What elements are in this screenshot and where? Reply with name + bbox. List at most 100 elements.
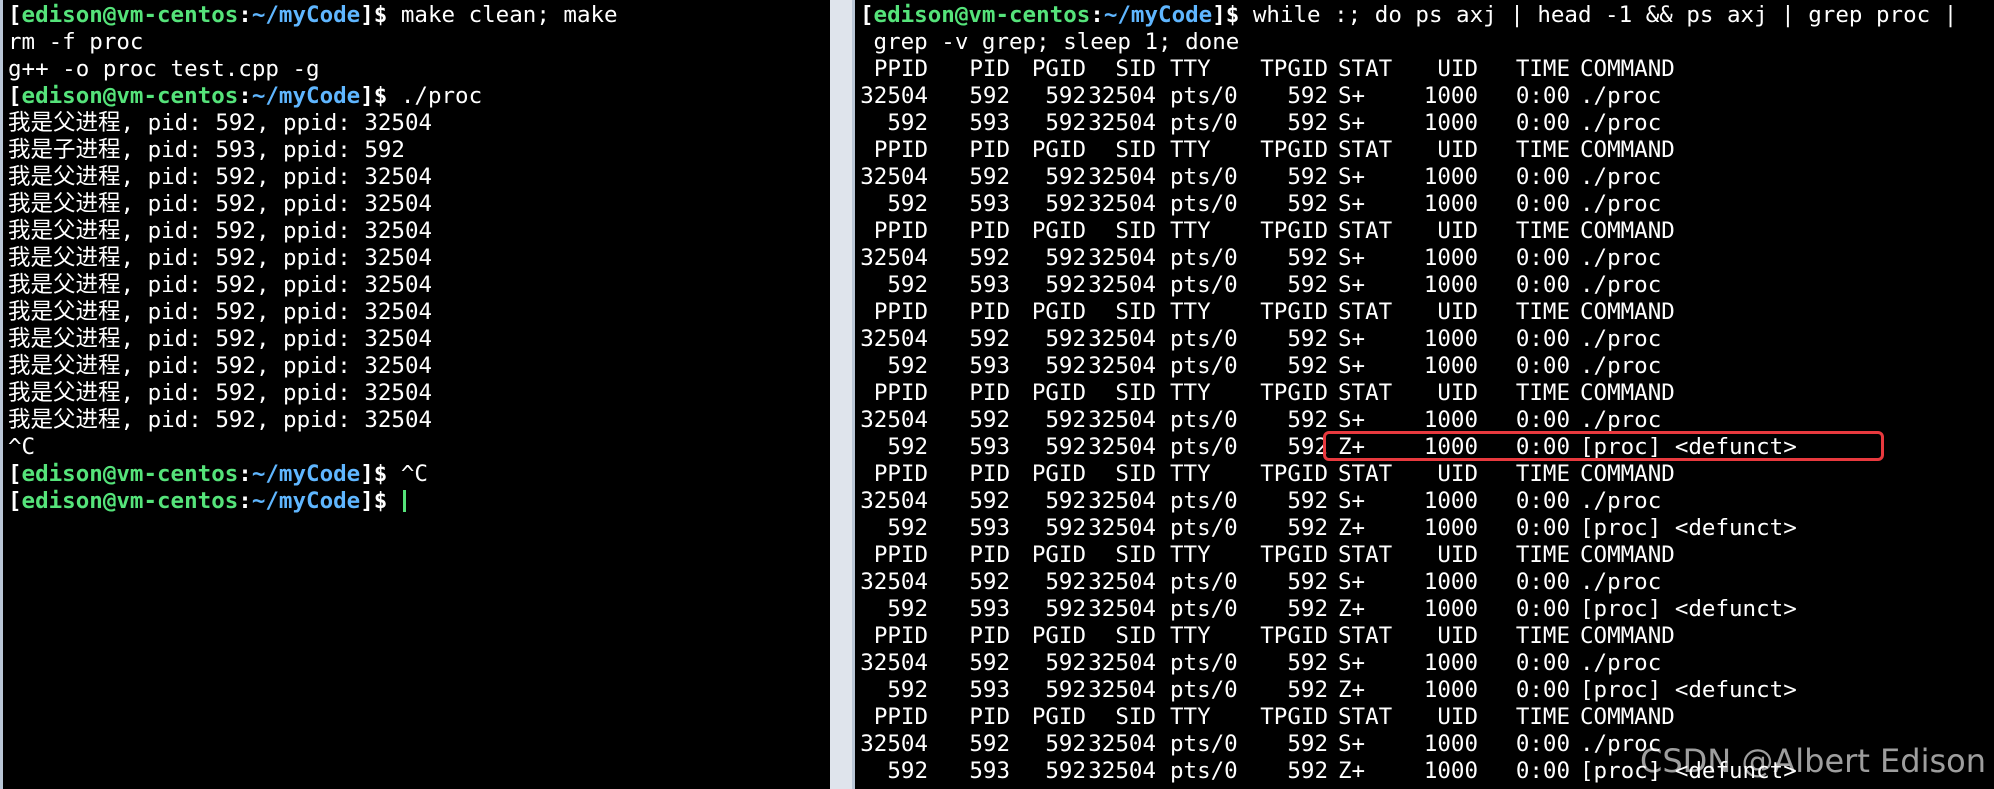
header-tpgid: TPGID — [1260, 461, 1328, 487]
prompt-user: edison@vm-centos — [21, 2, 239, 28]
header-pgid: PGID — [1031, 461, 1086, 487]
cell-tty: pts/0 — [1170, 731, 1238, 757]
header-stat: STAT — [1338, 380, 1393, 406]
cell-time: 0:00 — [1515, 353, 1570, 379]
cell-pid: 593 — [969, 191, 1010, 217]
cell-sid: 32504 — [1088, 596, 1156, 622]
header-pgid: PGID — [1031, 137, 1086, 163]
cell-pid: 592 — [969, 164, 1010, 190]
cell-pid: 592 — [969, 488, 1010, 514]
cell-ppid: 32504 — [860, 407, 928, 433]
output-line: 我是父进程, pid: 592, ppid: 32504 — [8, 353, 433, 379]
output-line: g++ -o proc test.cpp -g — [8, 56, 320, 82]
prompt-bracket-close: ]$ — [360, 2, 388, 28]
cell-sid: 32504 — [1088, 407, 1156, 433]
header-uid: UID — [1437, 461, 1478, 487]
header-ppid: PPID — [873, 704, 928, 730]
cell-pid: 593 — [969, 677, 1010, 703]
cell-tpgid: 592 — [1287, 515, 1328, 541]
ps-process-row: 592 593 592 32504 pts/0 592 S+ 1000 0:00 ./proc — [860, 272, 1994, 299]
cell-time: 0:00 — [1515, 245, 1570, 271]
cell-tpgid: 592 — [1287, 650, 1328, 676]
cell-ppid: 32504 — [860, 83, 928, 109]
cell-tty: pts/0 — [1170, 434, 1238, 460]
header-command: COMMAND — [1580, 380, 1675, 406]
prompt-user: edison@vm-centos — [873, 2, 1091, 28]
prompt-colon: : — [238, 488, 252, 514]
prompt-path: ~/myCode — [251, 2, 361, 28]
cell-time: 0:00 — [1515, 191, 1570, 217]
cell-tty: pts/0 — [1170, 353, 1238, 379]
header-uid: UID — [1437, 299, 1478, 325]
cell-tty: pts/0 — [1170, 407, 1238, 433]
header-ppid: PPID — [873, 137, 928, 163]
cell-pgid: 592 — [1045, 110, 1086, 136]
header-sid: SID — [1115, 299, 1156, 325]
output-line: 我是子进程, pid: 593, ppid: 592 — [8, 137, 405, 163]
header-pgid: PGID — [1031, 56, 1086, 82]
cell-pgid: 592 — [1045, 731, 1086, 757]
prompt-bracket-close: ]$ — [1212, 2, 1240, 28]
cell-tpgid: 592 — [1287, 164, 1328, 190]
header-stat: STAT — [1338, 137, 1393, 163]
header-tty: TTY — [1170, 380, 1211, 406]
cell-command: ./proc — [1580, 326, 1662, 352]
prompt-bracket-open: [ — [8, 2, 22, 28]
cell-pgid: 592 — [1045, 407, 1086, 433]
header-tpgid: TPGID — [1260, 56, 1328, 82]
cell-command: ./proc — [1580, 353, 1662, 379]
header-ppid: PPID — [873, 623, 928, 649]
header-stat: STAT — [1338, 704, 1393, 730]
cell-sid: 32504 — [1088, 272, 1156, 298]
cell-tpgid: 592 — [1287, 407, 1328, 433]
cell-ppid: 592 — [887, 596, 928, 622]
header-time: TIME — [1515, 461, 1570, 487]
cell-command: ./proc — [1580, 191, 1662, 217]
output-line: 我是父进程, pid: 592, ppid: 32504 — [8, 191, 433, 217]
header-stat: STAT — [1338, 218, 1393, 244]
ps-header-row: PPID PID PGID SID TTY TPGID STAT UID TIME COMMAND — [860, 56, 1994, 83]
header-uid: UID — [1437, 137, 1478, 163]
cell-pid: 592 — [969, 83, 1010, 109]
prompt-bracket-close: ]$ — [360, 461, 388, 487]
cell-ppid: 592 — [887, 677, 928, 703]
cell-pid: 593 — [969, 434, 1010, 460]
header-sid: SID — [1115, 461, 1156, 487]
header-pid: PID — [969, 56, 1010, 82]
cell-pgid: 592 — [1045, 596, 1086, 622]
header-tpgid: TPGID — [1260, 380, 1328, 406]
cell-tty: pts/0 — [1170, 110, 1238, 136]
ps-process-row: 32504 592 592 32504 pts/0 592 S+ 1000 0:00 ./proc — [860, 407, 1994, 434]
cell-uid: 1000 — [1423, 569, 1478, 595]
cell-pgid: 592 — [1045, 245, 1086, 271]
cell-sid: 32504 — [1088, 353, 1156, 379]
header-stat: STAT — [1338, 56, 1393, 82]
prompt-path: ~/myCode — [251, 488, 361, 514]
cell-stat: S+ — [1338, 164, 1366, 190]
ps-header-row: PPID PID PGID SID TTY TPGID STAT UID TIME COMMAND — [860, 380, 1994, 407]
cell-uid: 1000 — [1423, 272, 1478, 298]
cell-pgid: 592 — [1045, 326, 1086, 352]
right-terminal-pane[interactable]: [edison@vm-centos:~/myCode]$ while :; do… — [852, 0, 1994, 789]
cell-uid: 1000 — [1423, 758, 1478, 784]
cell-ppid: 592 — [887, 515, 928, 541]
header-tpgid: TPGID — [1260, 704, 1328, 730]
header-ppid: PPID — [873, 218, 928, 244]
cell-sid: 32504 — [1088, 758, 1156, 784]
ps-process-row: 592 593 592 32504 pts/0 592 Z+ 1000 0:00 [proc] <… — [860, 596, 1994, 623]
header-stat: STAT — [1338, 542, 1393, 568]
terminal-cursor[interactable] — [402, 490, 406, 512]
pane-divider[interactable] — [830, 0, 852, 789]
header-command: COMMAND — [1580, 137, 1675, 163]
left-terminal-pane[interactable]: [edison@vm-centos:~/myCode]$ make clean;… — [0, 0, 830, 789]
cell-stat: Z+ — [1338, 596, 1366, 622]
cell-ppid: 592 — [887, 353, 928, 379]
cell-uid: 1000 — [1423, 596, 1478, 622]
cell-tpgid: 592 — [1287, 731, 1328, 757]
header-pid: PID — [969, 380, 1010, 406]
cell-tty: pts/0 — [1170, 245, 1238, 271]
cell-pgid: 592 — [1045, 164, 1086, 190]
cell-pid: 593 — [969, 515, 1010, 541]
header-stat: STAT — [1338, 461, 1393, 487]
output-line: rm -f proc — [8, 29, 144, 55]
